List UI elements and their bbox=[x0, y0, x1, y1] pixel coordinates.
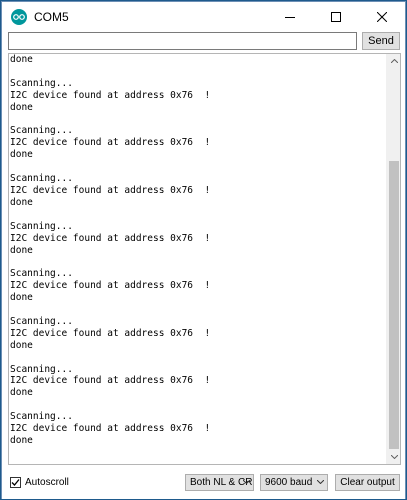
output-line: Scanning... bbox=[10, 125, 73, 137]
output-line: Scanning... bbox=[10, 173, 73, 185]
output-line: I2C device found at address 0x76 ! bbox=[10, 137, 211, 149]
output-line: done bbox=[10, 54, 33, 65]
scroll-up-arrow[interactable] bbox=[387, 54, 400, 68]
output-line: Scanning... bbox=[10, 315, 73, 327]
output-line: done bbox=[10, 435, 33, 446]
checkmark-icon bbox=[11, 479, 20, 486]
arduino-icon bbox=[11, 9, 27, 25]
serial-input[interactable] bbox=[8, 32, 357, 50]
output-text: done Scanning... I2C device found at addr… bbox=[10, 54, 386, 447]
autoscroll-checkbox[interactable] bbox=[10, 477, 21, 488]
output-line: done bbox=[10, 101, 33, 113]
minimize-icon bbox=[285, 17, 295, 18]
autoscroll-label: Autoscroll bbox=[25, 477, 69, 488]
chevron-down-icon bbox=[390, 455, 398, 459]
output-line: I2C device found at address 0x76 ! bbox=[10, 375, 211, 387]
output-line: done bbox=[10, 387, 33, 399]
output-line: Scanning... bbox=[10, 363, 73, 375]
close-button[interactable] bbox=[359, 2, 405, 32]
close-icon bbox=[377, 12, 387, 22]
autoscroll-toggle[interactable]: Autoscroll bbox=[10, 477, 69, 488]
output-line: done bbox=[10, 149, 33, 161]
serial-monitor-window: COM5 Send done Scanning... I2C device fou… bbox=[1, 1, 406, 499]
maximize-button[interactable] bbox=[313, 2, 359, 32]
output-line: Scanning... bbox=[10, 220, 73, 232]
output-line: done bbox=[10, 196, 33, 208]
window-title: COM5 bbox=[34, 10, 69, 24]
output-line: done bbox=[10, 339, 33, 351]
chevron-up-icon bbox=[390, 59, 398, 63]
chevron-down-icon bbox=[243, 480, 250, 484]
output-line: done bbox=[10, 244, 33, 256]
serial-output[interactable]: done Scanning... I2C device found at addr… bbox=[8, 53, 401, 465]
clear-output-button[interactable]: Clear output bbox=[335, 474, 400, 491]
output-line: Scanning... bbox=[10, 77, 73, 89]
output-line: I2C device found at address 0x76 ! bbox=[10, 327, 211, 339]
output-line: I2C device found at address 0x76 ! bbox=[10, 232, 211, 244]
minimize-button[interactable] bbox=[267, 2, 313, 32]
title-bar[interactable]: COM5 bbox=[2, 2, 405, 32]
output-line: Scanning... bbox=[10, 268, 73, 280]
vertical-scrollbar[interactable] bbox=[386, 54, 400, 464]
output-line: I2C device found at address 0x76 ! bbox=[10, 184, 211, 196]
baud-rate-value: 9600 baud bbox=[265, 477, 313, 488]
output-line: done bbox=[10, 292, 33, 304]
baud-rate-select[interactable]: 9600 baud bbox=[260, 474, 328, 491]
scroll-down-arrow[interactable] bbox=[387, 450, 400, 464]
output-line: Scanning... bbox=[10, 411, 73, 423]
maximize-icon bbox=[331, 12, 341, 22]
output-line: I2C device found at address 0x76 ! bbox=[10, 280, 211, 292]
bottom-bar: Autoscroll Both NL & CR 9600 baud Clear … bbox=[2, 469, 405, 499]
output-line: I2C device found at address 0x76 ! bbox=[10, 89, 211, 101]
line-ending-select[interactable]: Both NL & CR bbox=[185, 474, 254, 491]
scroll-thumb[interactable] bbox=[389, 161, 399, 449]
send-button[interactable]: Send bbox=[362, 32, 400, 50]
send-row: Send bbox=[8, 32, 401, 50]
chevron-down-icon bbox=[317, 480, 324, 484]
window-controls bbox=[267, 2, 405, 32]
output-line: I2C device found at address 0x76 ! bbox=[10, 423, 211, 435]
